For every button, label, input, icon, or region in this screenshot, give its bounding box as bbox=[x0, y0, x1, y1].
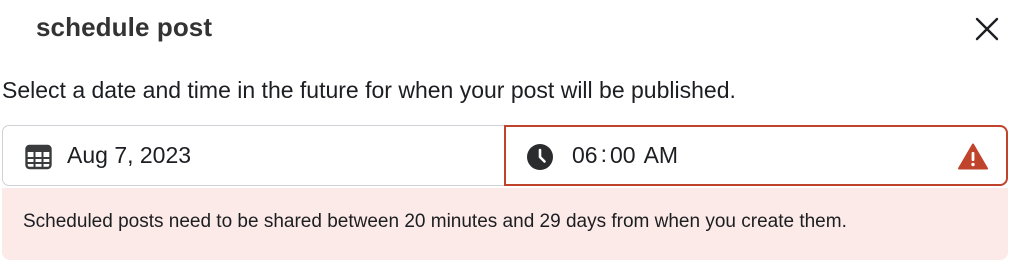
time-value: 06 : 00 AM bbox=[572, 141, 679, 169]
dialog-subtitle: Select a date and time in the future for… bbox=[2, 77, 736, 103]
close-icon bbox=[975, 17, 999, 41]
time-separator: : bbox=[600, 141, 607, 167]
close-button[interactable] bbox=[970, 12, 1004, 46]
time-minute[interactable]: 00 bbox=[610, 142, 636, 169]
calendar-icon bbox=[25, 143, 52, 170]
error-message: Scheduled posts need to be shared betwee… bbox=[23, 211, 847, 232]
clock-icon bbox=[526, 143, 554, 171]
dialog-title: schedule post bbox=[36, 12, 213, 42]
time-period[interactable]: AM bbox=[644, 142, 679, 169]
error-message-box: Scheduled posts need to be shared betwee… bbox=[2, 188, 1008, 260]
date-value: Aug 7, 2023 bbox=[67, 142, 192, 168]
time-picker-field[interactable]: 06 : 00 AM bbox=[504, 125, 1008, 186]
warning-icon bbox=[958, 143, 988, 170]
schedule-post-dialog: schedule post Select a date and time in … bbox=[0, 0, 1024, 271]
date-picker-field[interactable]: Aug 7, 2023 bbox=[2, 125, 505, 186]
time-hour[interactable]: 06 bbox=[572, 142, 598, 169]
